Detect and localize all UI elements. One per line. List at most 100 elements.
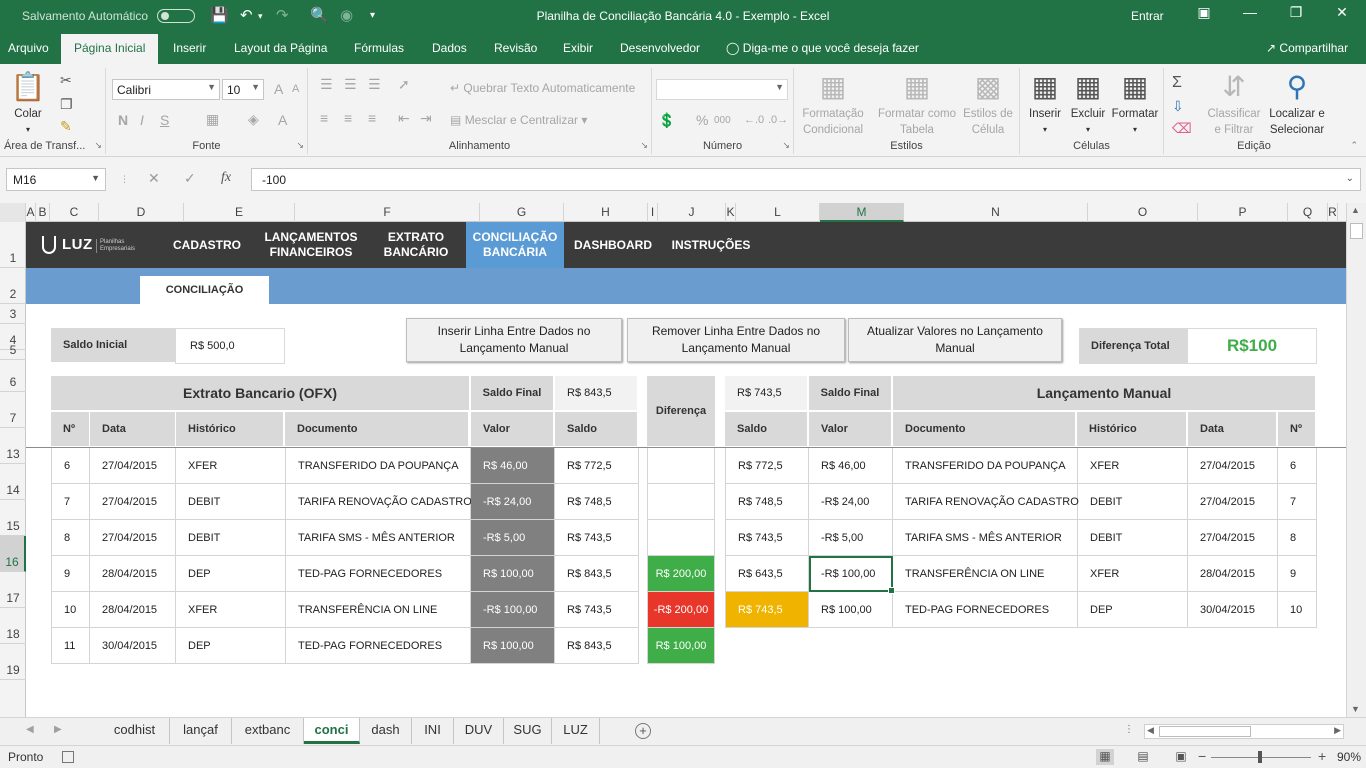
save-icon[interactable]: 💾 bbox=[210, 6, 229, 24]
name-box[interactable]: M16 ▼ bbox=[6, 168, 106, 191]
column-header-q[interactable]: Q bbox=[1288, 203, 1328, 222]
manual-cell[interactable]: TRANSFERIDO DA POUPANÇA bbox=[893, 448, 1078, 484]
extrato-cell[interactable]: R$ 843,5 bbox=[555, 556, 639, 592]
dialog-launcher-icon[interactable]: ↘ bbox=[782, 140, 790, 151]
fill-icon[interactable]: ⇩ bbox=[1172, 98, 1184, 115]
insert-row-button[interactable]: Inserir Linha Entre Dados no Lançamento … bbox=[406, 318, 622, 362]
enter-icon[interactable]: ✓ bbox=[184, 170, 196, 187]
camera-icon[interactable]: ◉ bbox=[340, 6, 353, 24]
extrato-cell[interactable]: TARIFA SMS - MÊS ANTERIOR bbox=[286, 520, 471, 556]
nav-cadastro[interactable]: CADASTRO bbox=[166, 222, 248, 268]
extrato-cell[interactable]: TARIFA RENOVAÇÃO CADASTRO bbox=[286, 484, 472, 520]
row-header-17[interactable]: 17 bbox=[0, 572, 26, 608]
redo-icon[interactable]: ↷ bbox=[276, 6, 289, 24]
column-header-r[interactable]: R bbox=[1328, 203, 1338, 222]
formula-bar-resize-icon[interactable]: ⋮ bbox=[120, 174, 129, 185]
tab-revisao[interactable]: Revisão bbox=[494, 41, 537, 55]
font-size-select[interactable]: 10 ▼ bbox=[222, 79, 264, 100]
tab-exibir[interactable]: Exibir bbox=[563, 41, 593, 55]
manual-cell[interactable]: R$ 743,5 bbox=[725, 520, 809, 556]
remove-row-button[interactable]: Remover Linha Entre Dados no Lançamento … bbox=[627, 318, 845, 362]
formula-input[interactable]: -100 ⌄ bbox=[251, 168, 1361, 191]
format-cells-button[interactable]: ▦ Formatar ▾ bbox=[1110, 70, 1160, 138]
extrato-cell[interactable]: R$ 748,5 bbox=[555, 484, 639, 520]
update-values-button[interactable]: Atualizar Valores no Lançamento Manual bbox=[848, 318, 1062, 362]
extrato-cell[interactable]: R$ 46,00 bbox=[471, 448, 555, 484]
clear-icon[interactable]: ⌫ bbox=[1172, 120, 1192, 137]
column-header-n[interactable]: N bbox=[904, 203, 1088, 222]
sheet-tab-3[interactable]: conci bbox=[304, 718, 360, 744]
row-header-19[interactable]: 19 bbox=[0, 644, 26, 680]
manual-cell[interactable]: XFER bbox=[1078, 448, 1188, 484]
extrato-cell[interactable]: 11 bbox=[51, 628, 90, 664]
diferenca-cell[interactable] bbox=[647, 448, 715, 484]
extrato-cell[interactable]: R$ 743,5 bbox=[555, 592, 639, 628]
manual-cell[interactable]: TED-PAG FORNECEDORES bbox=[893, 592, 1078, 628]
nav-conciliacao[interactable]: CONCILIAÇÃO BANCÁRIA bbox=[466, 222, 564, 268]
autosum-icon[interactable]: Σ bbox=[1172, 74, 1182, 92]
cancel-icon[interactable]: ✕ bbox=[148, 170, 160, 187]
font-name-select[interactable]: Calibri ▼ bbox=[112, 79, 220, 100]
scroll-down-icon[interactable]: ▼ bbox=[1351, 704, 1360, 714]
column-header-h[interactable]: H bbox=[564, 203, 648, 222]
column-header-b[interactable]: B bbox=[36, 203, 50, 222]
extrato-cell[interactable]: R$ 100,00 bbox=[471, 628, 555, 664]
dialog-launcher-icon[interactable]: ↘ bbox=[640, 140, 648, 151]
tab-formulas[interactable]: Fórmulas bbox=[354, 41, 404, 55]
font-color-icon[interactable]: A bbox=[278, 112, 287, 128]
share-button[interactable]: ↗ Compartilhar bbox=[1266, 41, 1348, 55]
orientation-icon[interactable]: ➚ bbox=[398, 76, 410, 93]
sheet-tab-1[interactable]: lançaf bbox=[170, 718, 232, 744]
extrato-cell[interactable]: TRANSFERIDO DA POUPANÇA bbox=[286, 448, 471, 484]
increase-decimal-icon[interactable]: ←.0 bbox=[744, 114, 764, 126]
sheet-tab-7[interactable]: SUG bbox=[504, 718, 552, 744]
manual-cell[interactable]: R$ 748,5 bbox=[725, 484, 809, 520]
scroll-right-icon[interactable]: ▶ bbox=[1334, 725, 1341, 736]
manual-cell[interactable]: R$ 772,5 bbox=[725, 448, 809, 484]
undo-icon[interactable]: ↶ bbox=[240, 6, 253, 24]
extrato-cell[interactable]: DEP bbox=[176, 556, 286, 592]
fill-color-icon[interactable]: ◈ bbox=[248, 111, 259, 128]
extrato-cell[interactable]: DEP bbox=[176, 628, 286, 664]
close-icon[interactable]: ✕ bbox=[1330, 4, 1354, 26]
manual-cell[interactable]: TRANSFERÊNCIA ON LINE bbox=[893, 556, 1078, 592]
extrato-cell[interactable]: 27/04/2015 bbox=[90, 484, 176, 520]
collapse-ribbon-icon[interactable]: ⌃ bbox=[1350, 140, 1358, 151]
tab-layout[interactable]: Layout da Página bbox=[234, 41, 327, 55]
paste-button[interactable]: 📋 Colar ▾ bbox=[8, 70, 48, 138]
nav-extrato[interactable]: EXTRATO BANCÁRIO bbox=[370, 222, 462, 268]
macro-record-icon[interactable] bbox=[62, 751, 74, 763]
manual-cell[interactable]: 27/04/2015 bbox=[1188, 448, 1278, 484]
zoom-level[interactable]: 90% bbox=[1337, 750, 1361, 764]
align-bottom-icon[interactable]: ☰ bbox=[368, 76, 381, 93]
manual-cell[interactable]: 30/04/2015 bbox=[1188, 592, 1278, 628]
column-header-e[interactable]: E bbox=[184, 203, 295, 222]
extrato-cell[interactable]: 27/04/2015 bbox=[90, 448, 176, 484]
row-header-16[interactable]: 16 bbox=[0, 536, 26, 572]
normal-view-icon[interactable]: ▦ bbox=[1096, 749, 1114, 765]
extrato-cell[interactable]: 7 bbox=[51, 484, 90, 520]
diferenca-cell[interactable]: R$ 200,00 bbox=[647, 556, 715, 592]
next-sheet-icon[interactable]: ▶ bbox=[54, 724, 62, 735]
copy-icon[interactable]: ❐ bbox=[60, 96, 73, 113]
align-left-icon[interactable]: ≡ bbox=[320, 110, 328, 126]
subtab-conciliacao[interactable]: CONCILIAÇÃO bbox=[140, 276, 269, 304]
increase-indent-icon[interactable]: ⇥ bbox=[420, 110, 432, 127]
diferenca-cell[interactable] bbox=[647, 484, 715, 520]
extrato-cell[interactable]: XFER bbox=[176, 592, 286, 628]
manual-cell[interactable]: R$ 46,00 bbox=[809, 448, 893, 484]
decrease-indent-icon[interactable]: ⇤ bbox=[398, 110, 410, 127]
extrato-cell[interactable]: DEBIT bbox=[176, 484, 286, 520]
column-header-i[interactable]: I bbox=[648, 203, 658, 222]
extrato-cell[interactable]: 6 bbox=[51, 448, 90, 484]
restore-icon[interactable]: ❐ bbox=[1284, 4, 1308, 26]
hscroll-thumb[interactable] bbox=[1159, 726, 1251, 737]
diferenca-cell[interactable]: R$ 100,00 bbox=[647, 628, 715, 664]
insert-cells-button[interactable]: ▦ Inserir ▾ bbox=[1024, 70, 1066, 138]
sheet-tab-5[interactable]: INI bbox=[412, 718, 454, 744]
extrato-cell[interactable]: R$ 100,00 bbox=[471, 556, 555, 592]
diferenca-cell[interactable] bbox=[647, 520, 715, 556]
manual-cell[interactable]: R$ 743,5 bbox=[725, 592, 809, 628]
bold-button[interactable]: N bbox=[118, 112, 128, 128]
row-header-18[interactable]: 18 bbox=[0, 608, 26, 644]
